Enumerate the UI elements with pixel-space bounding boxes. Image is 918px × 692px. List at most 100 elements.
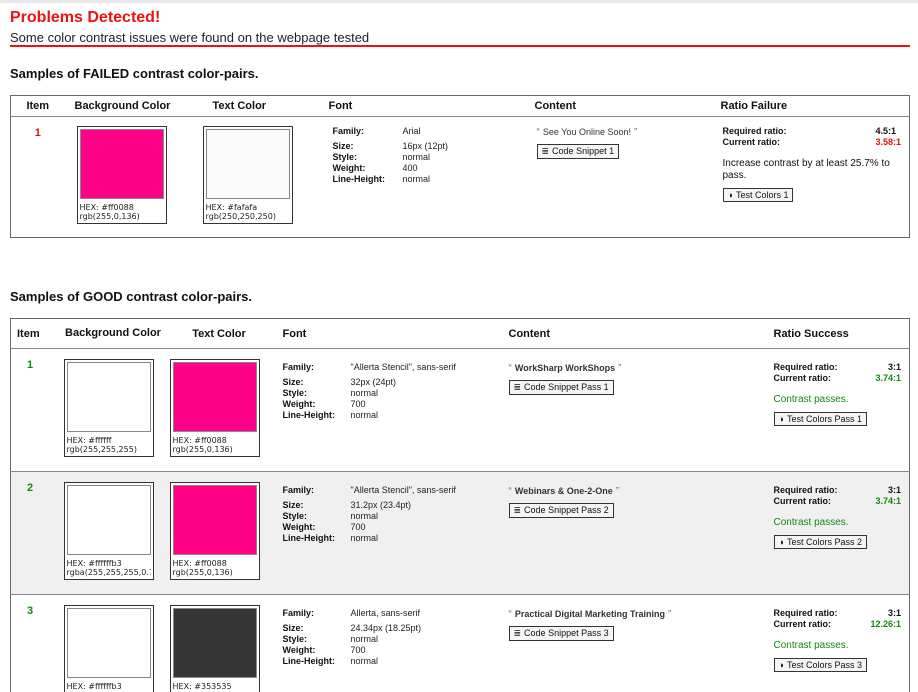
family-value: "Allerta Stencil", sans-serif [350,362,456,372]
problems-title: Problems Detected! [10,9,161,26]
line-height-value: normal [350,410,379,420]
background-hex: HEX: #ffffffb3 [66,682,122,691]
quote-open-icon: “ [508,609,512,620]
test-colors-button[interactable]: ◑ Test Colors Pass 2 [773,535,867,549]
style-value: normal [350,388,379,398]
family-label: Family: [282,362,315,372]
quote-open-icon: “ [536,127,540,138]
text-hex: HEX: #353535 [172,682,232,691]
required-ratio-label: Required ratio: [773,608,838,618]
style-label: Style: [282,634,308,644]
background-swatch-card: HEX: #ffffff rgb(255,255,255) [63,359,154,457]
test-colors-button[interactable]: ◑ Test Colors Pass 3 [773,658,867,672]
background-swatch [66,362,151,432]
contrast-icon: ◑ [778,414,784,424]
size-value: 31.2px (23.4pt) [350,500,412,510]
weight-label: Weight: [282,522,316,532]
table-row: 1 HEX: #ff0088 rgb(255,0,136) HEX: #fafa… [10,116,910,238]
weight-label: Weight: [332,163,366,173]
ratio-message: Contrast passes. [773,640,849,651]
background-hex: HEX: #ffffffb3 [66,559,122,568]
item-number: 2 [27,482,34,494]
col-background: Background Color [65,327,161,339]
size-value: 24.34px (18.25pt) [350,623,422,633]
col-ratio-success: Ratio Success [773,327,849,340]
col-item: Item [26,100,50,112]
line-height-label: Line-Height: [282,410,336,420]
weight-value: 700 [350,645,366,655]
background-rgb: rgb(255,255,255) [66,445,137,454]
code-snippet-button[interactable]: ≣ Code Snippet Pass 3 [508,626,614,641]
snippet-icon: ≣ [513,505,522,515]
background-swatch [66,485,151,555]
col-content: Content [534,100,577,112]
required-ratio-value: 3:1 [887,485,901,495]
col-font: Font [282,327,307,340]
item-number: 1 [27,359,34,371]
required-ratio-value: 4.5:1 [875,126,896,136]
ratio-details: Required ratio: 3:1 Current ratio: 3.74:1 [774,362,902,384]
text-swatch-card: HEX: #ff0088 rgb(255,0,136) [169,359,260,457]
family-label: Family: [282,608,315,618]
content-sample: “ See You Online Soon! ” [537,126,709,138]
failed-section-title: Samples of FAILED contrast color-pairs. [10,66,259,81]
required-ratio-label: Required ratio: [773,362,838,372]
size-label: Size: [282,623,304,633]
ratio-details: Required ratio: 4.5:1 Current ratio: 3.58:… [723,126,902,148]
col-background: Background Color [74,100,171,112]
code-snippet-button[interactable]: ≣ Code Snippet 1 [536,144,620,159]
weight-value: 400 [402,163,418,173]
font-details: Family: "Allerta Stencil", sans-serif Siz… [283,362,501,421]
code-snippet-button[interactable]: ≣ Code Snippet Pass 2 [508,503,614,518]
background-rgb: rgba(255,255,255,0.7) [66,568,151,577]
good-table-header: Item Background Color Text Color Font Co… [11,319,910,349]
contrast-icon: ◑ [778,660,784,670]
line-height-value: normal [402,174,431,184]
test-colors-button[interactable]: ◑ Test Colors 1 [722,188,794,202]
size-label: Size: [282,500,304,510]
text-hex: HEX: #ff0088 [172,559,227,568]
required-ratio-value: 3:1 [887,608,901,618]
required-ratio-value: 3:1 [887,362,901,372]
failed-table-header: Item Background Color Text Color Font Co… [11,96,910,117]
text-color-swatch [205,129,290,199]
text-swatch-card: HEX: #ff0088 rgb(255,0,136) [169,482,260,580]
family-value: Arial [402,126,421,136]
text-color-swatch [172,362,257,432]
problems-subtitle: Some color contrast issues were found on… [10,30,370,45]
ratio-message: Increase contrast by at least 25.7% to p… [722,158,890,181]
family-value: "Allerta Stencil", sans-serif [350,485,456,495]
col-text-color: Text Color [212,100,267,112]
col-text-color: Text Color [192,327,246,340]
contrast-icon: ◑ [727,190,733,200]
current-ratio-label: Current ratio: [722,137,781,147]
weight-label: Weight: [282,399,316,409]
content-text: Webinars & One-2-One [514,486,613,496]
family-value: Allerta, sans-serif [350,608,421,618]
size-value: 16px (12pt) [402,141,449,151]
current-ratio-label: Current ratio: [773,619,832,629]
text-rgb: rgb(255,0,136) [172,568,233,577]
header-divider [10,45,910,47]
code-snippet-button[interactable]: ≣ Code Snippet Pass 1 [508,380,614,395]
background-swatch [79,129,164,199]
snippet-icon: ≣ [513,628,522,638]
col-content: Content [508,327,551,340]
background-swatch-card: HEX: #ffffffb3 rgba(255,255,255,0.7) [63,482,154,580]
background-hex: HEX: #ff0088 [79,203,134,212]
ratio-details: Required ratio: 3:1 Current ratio: 3.74:1 [774,485,902,507]
snippet-icon: ≣ [541,146,550,156]
content-sample: “ Practical Digital Marketing Training ” [509,608,764,620]
test-colors-button[interactable]: ◑ Test Colors Pass 1 [773,412,867,426]
line-height-label: Line-Height: [282,533,336,543]
weight-value: 700 [350,399,366,409]
weight-value: 700 [350,522,366,532]
family-label: Family: [332,126,365,136]
item-number: 3 [27,605,34,617]
contrast-icon: ◑ [778,537,784,547]
col-item: Item [17,327,40,340]
background-swatch [66,608,151,678]
current-ratio-value: 3.74:1 [875,496,901,506]
top-shadow [0,0,918,3]
font-details: Family: Allerta, sans-serif Size: 24.34px … [283,608,501,667]
